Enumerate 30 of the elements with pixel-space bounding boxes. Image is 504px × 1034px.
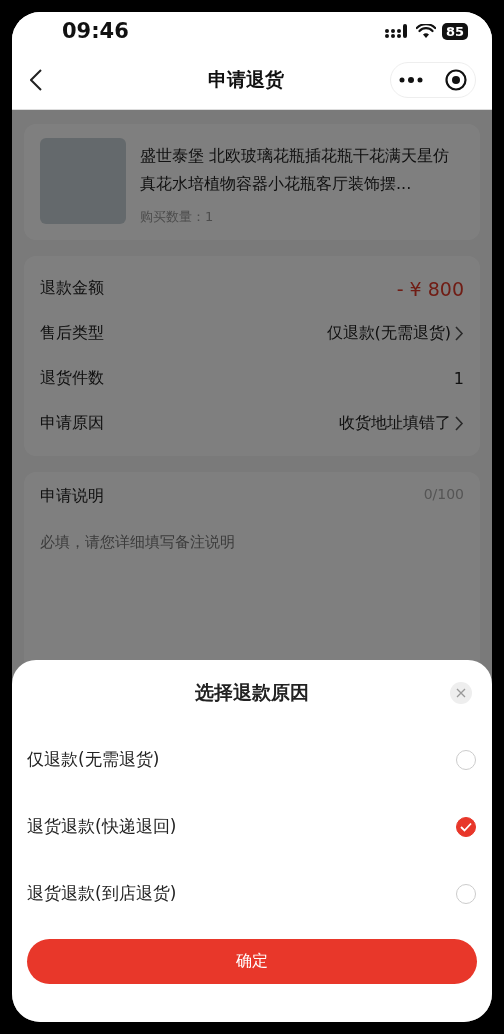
battery-level: 85: [441, 22, 468, 40]
field-value: 1: [453, 369, 464, 388]
note-label: 申请说明: [40, 486, 104, 507]
chevron-right-icon: [455, 326, 464, 341]
reason-option[interactable]: 退货退款(快递退回): [27, 815, 177, 838]
field-label: 申请原因: [40, 413, 104, 434]
back-icon[interactable]: [30, 68, 42, 91]
wifi-icon: [415, 23, 436, 39]
radio-button[interactable]: [456, 816, 476, 837]
reason-option[interactable]: 仅退款(无需退货): [27, 748, 160, 771]
check-icon: [460, 821, 472, 832]
target-icon[interactable]: [445, 68, 467, 91]
field-label: 售后类型: [40, 323, 104, 344]
signal-icon: [383, 23, 410, 39]
field-value: 仅退款(无需退货): [326, 323, 451, 344]
confirm-button[interactable]: 确定: [27, 939, 477, 984]
reason-option[interactable]: 退货退款(到店退货): [27, 882, 177, 905]
field-value: 收货地址填错了: [339, 413, 451, 434]
field-label: 退货件数: [40, 368, 104, 389]
chevron-right-icon: [455, 416, 464, 431]
sheet-title: 选择退款原因: [195, 680, 309, 705]
product-title: 盛世泰堡 北欧玻璃花瓶插花瓶干花满天星仿真花水培植物容器小花瓶客厅装饰摆...: [140, 145, 451, 195]
field-label: 退款金额: [40, 278, 104, 299]
more-icon[interactable]: [399, 76, 423, 83]
page-title: 申请退货: [208, 66, 284, 92]
note-input-field[interactable]: 必填，请您详细填写备注说明: [40, 533, 464, 551]
close-button[interactable]: [450, 682, 472, 704]
close-icon[interactable]: [456, 688, 466, 698]
refund-amount: - ¥ 800: [396, 277, 464, 300]
status-time: 09:46: [62, 19, 129, 43]
